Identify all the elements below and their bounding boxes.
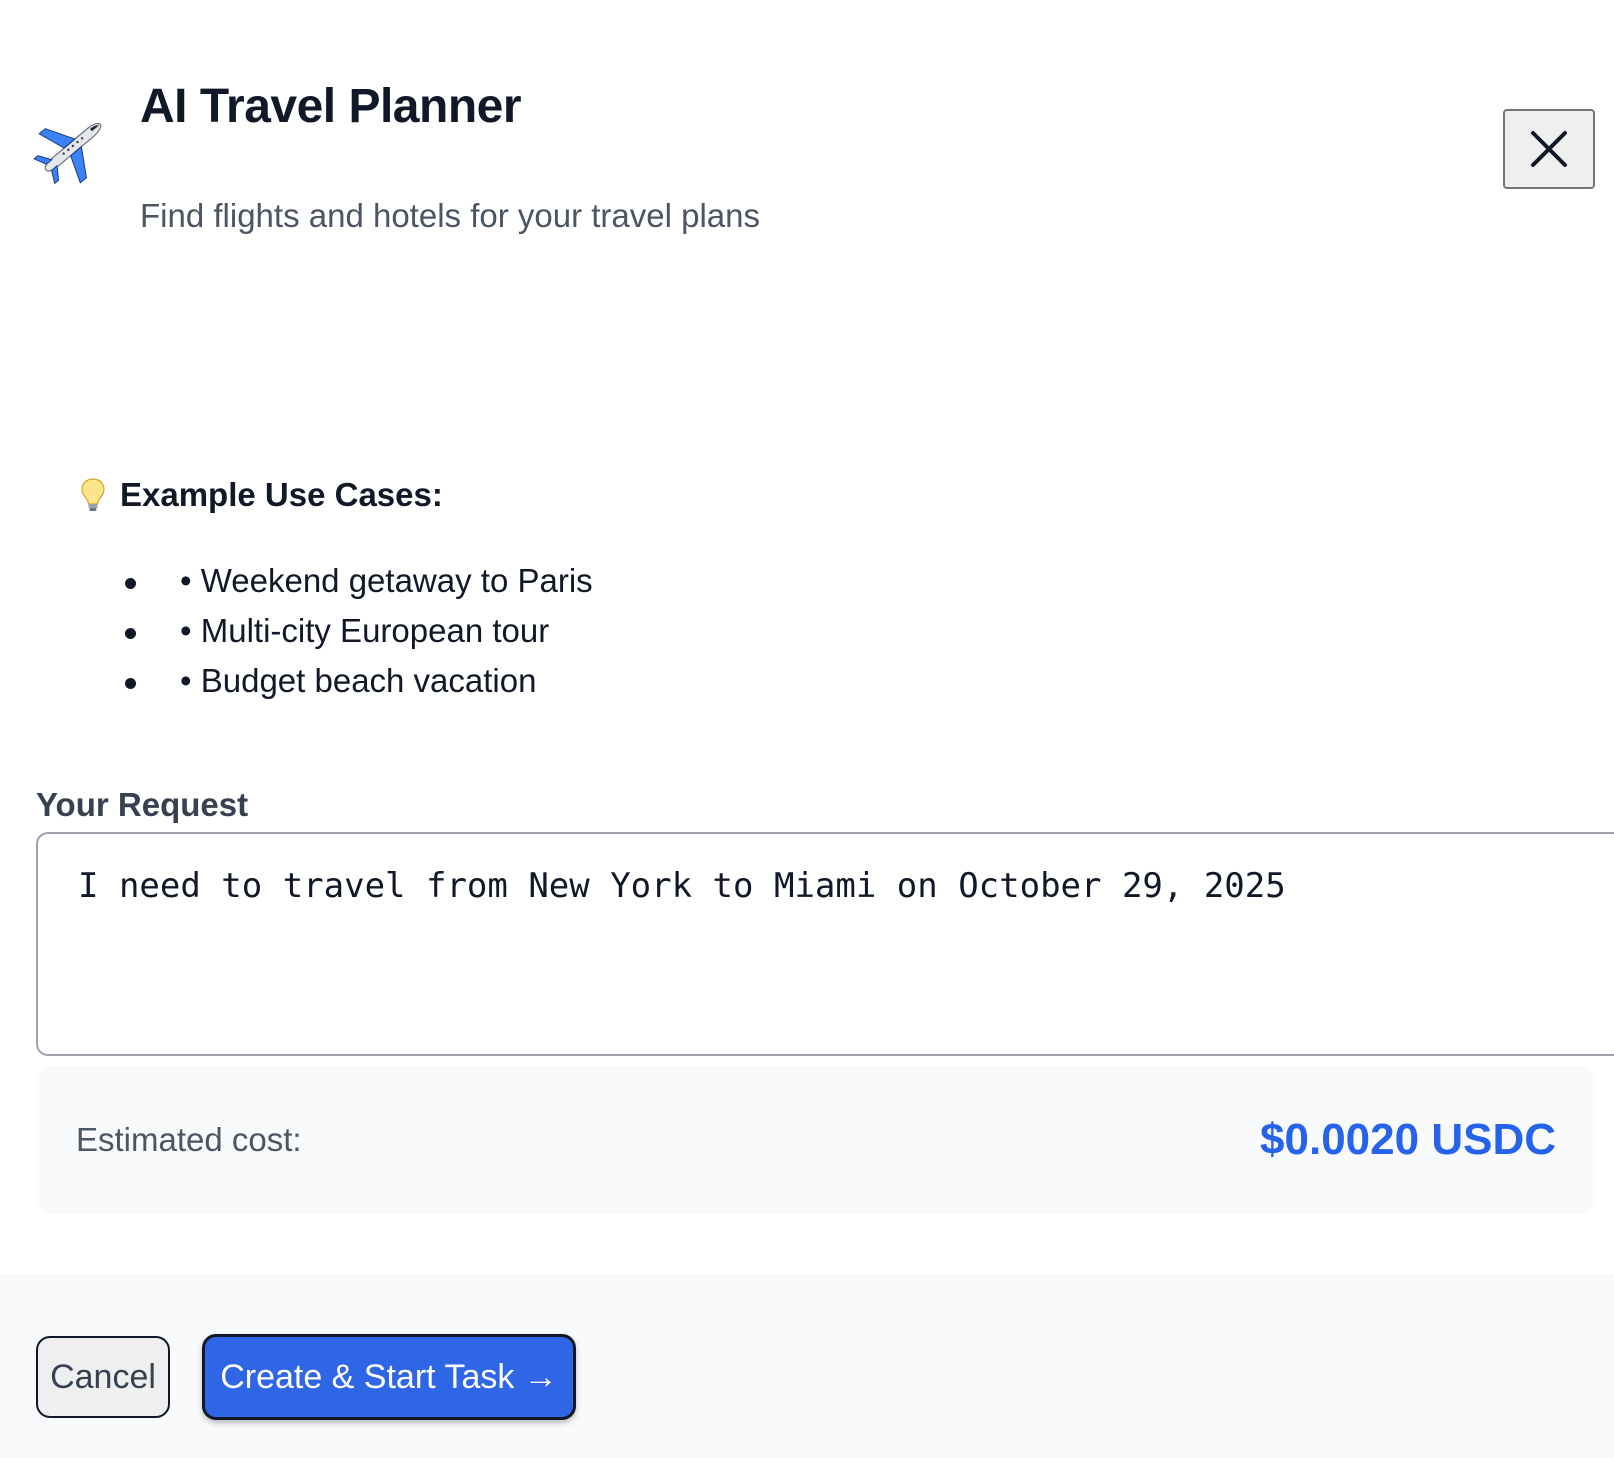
list-item: • Multi-city European tour: [118, 606, 593, 656]
list-item: • Budget beach vacation: [118, 656, 593, 706]
task-modal: AI Travel Planner Find flights and hotel…: [0, 0, 1614, 1458]
page-title: AI Travel Planner: [140, 80, 522, 133]
examples-title: Example Use Cases:: [120, 476, 443, 513]
cost-box: Estimated cost: $0.0020 USDC: [36, 1066, 1596, 1214]
list-item: • Weekend getaway to Paris: [118, 556, 593, 606]
page-subtitle: Find flights and hotels for your travel …: [140, 197, 760, 234]
modal-footer: Cancel Create & Start Task →: [0, 1274, 1614, 1458]
close-icon: [1531, 131, 1567, 167]
example-text: • Weekend getaway to Paris: [180, 562, 593, 599]
request-textarea[interactable]: I need to travel from New York to Miami …: [36, 832, 1614, 1056]
request-label: Your Request: [36, 786, 249, 823]
lightbulb-icon: [81, 478, 105, 511]
create-start-task-button[interactable]: Create & Start Task →: [202, 1334, 576, 1420]
cancel-button[interactable]: Cancel: [36, 1336, 170, 1418]
examples-list: • Weekend getaway to Paris • Multi-city …: [118, 556, 593, 706]
examples-heading: Example Use Cases:: [80, 476, 443, 514]
cost-label: Estimated cost:: [76, 1121, 302, 1158]
example-text: • Budget beach vacation: [180, 662, 537, 699]
airplane-icon: [32, 108, 112, 188]
close-button[interactable]: [1503, 109, 1595, 189]
cost-value: $0.0020 USDC: [1260, 1115, 1556, 1164]
example-text: • Multi-city European tour: [180, 612, 550, 649]
